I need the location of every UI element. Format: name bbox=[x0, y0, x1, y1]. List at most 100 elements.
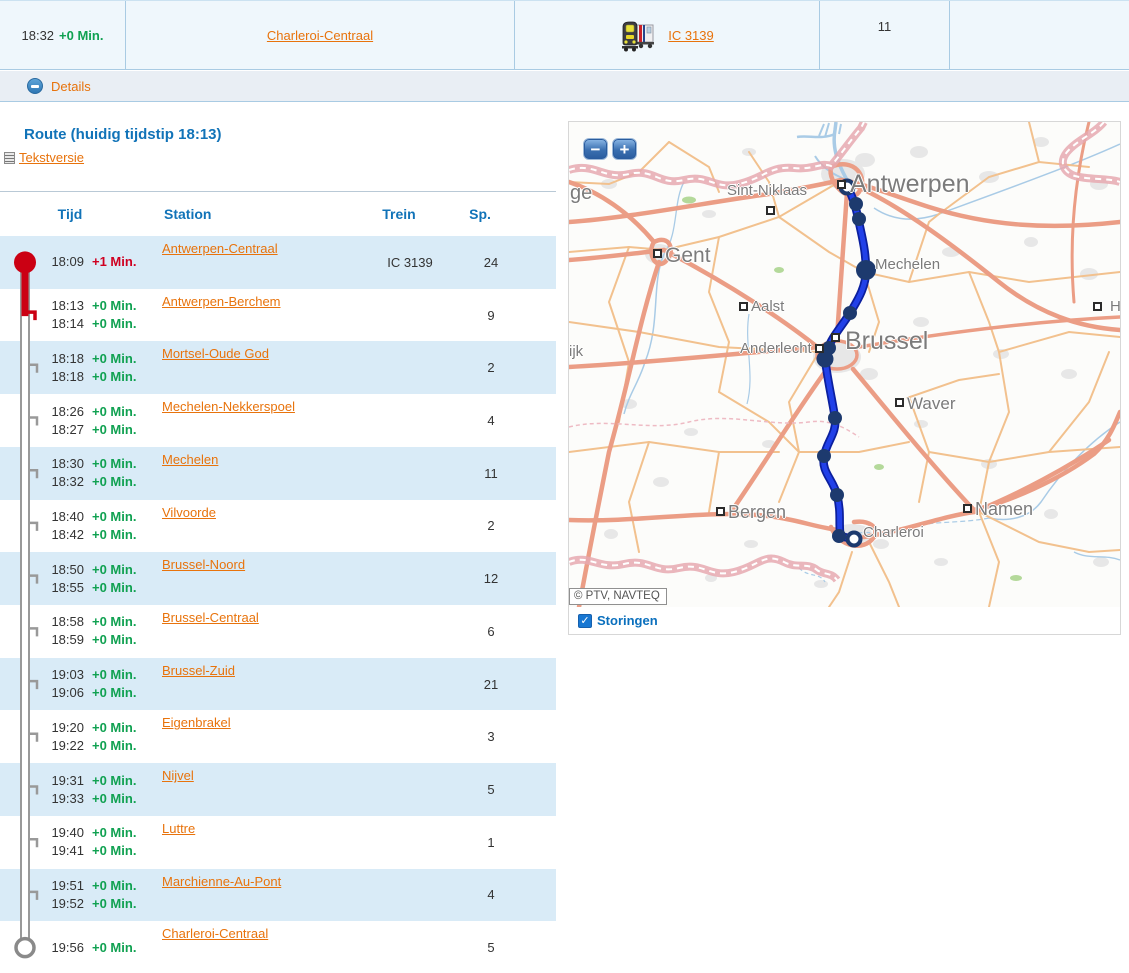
route-map[interactable]: geSint-NiklaasGentAalstijkAnderlechtBrus… bbox=[569, 122, 1120, 607]
text-version-icon bbox=[4, 152, 15, 164]
station-link[interactable]: Mechelen-Nekkerspoel bbox=[162, 399, 295, 414]
summary-platform-cell: 11 bbox=[820, 1, 950, 69]
departure-delay: +0 Min. bbox=[92, 368, 154, 386]
col-header-platform: Sp. bbox=[455, 206, 505, 222]
time-cell: 19:31 19:33 bbox=[44, 763, 84, 816]
train-cell bbox=[378, 500, 442, 553]
platform-cell: 21 bbox=[466, 658, 516, 711]
delay-cell: +0 Min. +0 Min. bbox=[92, 500, 154, 553]
zoom-in-button[interactable]: + bbox=[612, 138, 637, 160]
details-label[interactable]: Details bbox=[51, 79, 91, 94]
departure-time: 18:55 bbox=[44, 579, 84, 597]
station-row: 18:09 +1 Min. Antwerpen-Centraal IC 3139… bbox=[0, 236, 556, 289]
summary-train-cell: IC 3139 bbox=[515, 1, 820, 69]
delay-cell: +0 Min. +0 Min. bbox=[92, 869, 154, 922]
route-table-header: Tijd Station Trein Sp. bbox=[0, 192, 556, 236]
destination-link[interactable]: Charleroi-Centraal bbox=[267, 28, 373, 43]
station-link[interactable]: Brussel-Noord bbox=[162, 557, 245, 572]
platform-cell: 2 bbox=[466, 341, 516, 394]
station-link[interactable]: Eigenbrakel bbox=[162, 715, 231, 730]
station-row: 19:20 19:22 +0 Min. +0 Min. Eigenbrakel … bbox=[0, 710, 556, 763]
platform-cell: 24 bbox=[466, 236, 516, 289]
platform-cell: 3 bbox=[466, 710, 516, 763]
arrival-time: 18:58 bbox=[44, 613, 84, 631]
arrival-time: 19:40 bbox=[44, 824, 84, 842]
station-link[interactable]: Brussel-Centraal bbox=[162, 610, 259, 625]
col-header-time: Tijd bbox=[44, 206, 96, 222]
departure-delay: +0 Min. bbox=[92, 421, 154, 439]
departure-delay: +0 Min. bbox=[92, 842, 154, 860]
station-link[interactable]: Marchienne-Au-Pont bbox=[162, 874, 281, 889]
time-cell: 19:51 19:52 bbox=[44, 869, 84, 922]
station-row: 19:31 19:33 +0 Min. +0 Min. Nijvel 5 bbox=[0, 763, 556, 816]
storingen-checkbox[interactable]: ✓ bbox=[578, 614, 592, 628]
station-rows: 18:09 +1 Min. Antwerpen-Centraal IC 3139… bbox=[0, 236, 556, 973]
delay-cell: +0 Min. +0 Min. bbox=[92, 447, 154, 500]
map-city-marker bbox=[815, 344, 824, 353]
arrival-delay: +0 Min. bbox=[92, 877, 154, 895]
map-city-marker bbox=[653, 249, 662, 258]
arrival-delay: +0 Min. bbox=[92, 297, 154, 315]
platform-cell: 5 bbox=[466, 921, 516, 973]
station-link[interactable]: Vilvoorde bbox=[162, 505, 216, 520]
map-city-label: Namen bbox=[975, 499, 1033, 520]
arrival-delay: +0 Min. bbox=[92, 613, 154, 631]
time-cell: 18:30 18:32 bbox=[44, 447, 84, 500]
details-toggle-bar[interactable]: Details bbox=[0, 71, 1129, 102]
map-city-label: Waver bbox=[907, 394, 956, 414]
station-link[interactable]: Brussel-Zuid bbox=[162, 663, 235, 678]
train-number-link[interactable]: IC 3139 bbox=[668, 28, 714, 43]
train-cell bbox=[378, 763, 442, 816]
route-end-marker bbox=[848, 533, 861, 546]
departure-delay: +0 Min. bbox=[92, 579, 154, 597]
delay-cell: +0 Min. +0 Min. bbox=[92, 341, 154, 394]
platform-cell: 6 bbox=[466, 605, 516, 658]
summary-time-cell: 18:32 +0 Min. bbox=[0, 1, 126, 69]
train-cell bbox=[378, 816, 442, 869]
time-cell: 18:13 18:14 bbox=[44, 289, 84, 342]
arrival-time: 19:51 bbox=[44, 877, 84, 895]
platform-cell: 2 bbox=[466, 500, 516, 553]
delay-cell: +1 Min. bbox=[92, 236, 154, 289]
departure-time: 18:32 bbox=[44, 473, 84, 491]
train-cell: IC 3139 bbox=[378, 236, 442, 289]
route-progress-timeline bbox=[2, 236, 46, 973]
station-link[interactable]: Mortsel-Oude God bbox=[162, 346, 269, 361]
departure-time: 18:14 bbox=[44, 315, 84, 333]
platform-cell: 4 bbox=[466, 869, 516, 922]
station-link[interactable]: Mechelen bbox=[162, 452, 218, 467]
collapse-icon[interactable] bbox=[27, 78, 43, 94]
station-link[interactable]: Nijvel bbox=[162, 768, 194, 783]
col-header-train: Trein bbox=[367, 206, 431, 222]
map-city-label: Antwerpen bbox=[850, 170, 970, 199]
time-cell: 18:58 18:59 bbox=[44, 605, 84, 658]
arrival-time: 18:30 bbox=[44, 455, 84, 473]
departure-time: 19:52 bbox=[44, 895, 84, 913]
departure-delay: +0 Min. bbox=[92, 790, 154, 808]
arrival-time: 19:20 bbox=[44, 719, 84, 737]
platform-cell: 11 bbox=[466, 447, 516, 500]
departure-time: 19:41 bbox=[44, 842, 84, 860]
platform-cell: 12 bbox=[466, 552, 516, 605]
station-link[interactable]: Antwerpen-Berchem bbox=[162, 294, 281, 309]
map-city-label: Sint-Niklaas bbox=[727, 182, 807, 199]
arrival-time: 19:03 bbox=[44, 666, 84, 684]
station-link[interactable]: Luttre bbox=[162, 821, 195, 836]
arrival-delay: +0 Min. bbox=[92, 824, 154, 842]
station-link[interactable]: Charleroi-Centraal bbox=[162, 926, 268, 941]
check-icon: ✓ bbox=[580, 614, 589, 627]
text-version-link[interactable]: Tekstversie bbox=[19, 150, 84, 165]
train-cell bbox=[378, 552, 442, 605]
departure-delay: +0 Min. bbox=[92, 737, 154, 755]
map-city-marker bbox=[716, 507, 725, 516]
delay-cell: +0 Min. +0 Min. bbox=[92, 710, 154, 763]
delay-cell: +0 Min. bbox=[92, 921, 154, 973]
summary-departure-time: 18:32 bbox=[22, 28, 55, 43]
station-link[interactable]: Antwerpen-Centraal bbox=[162, 241, 278, 256]
zoom-out-button[interactable]: − bbox=[583, 138, 608, 160]
arrival-delay: +0 Min. bbox=[92, 403, 154, 421]
station-row: 18:13 18:14 +0 Min. +0 Min. Antwerpen-Be… bbox=[0, 289, 556, 342]
map-city-marker bbox=[1093, 302, 1102, 311]
summary-destination-cell: Charleroi-Centraal bbox=[126, 1, 515, 69]
departure-time: 18:59 bbox=[44, 631, 84, 649]
